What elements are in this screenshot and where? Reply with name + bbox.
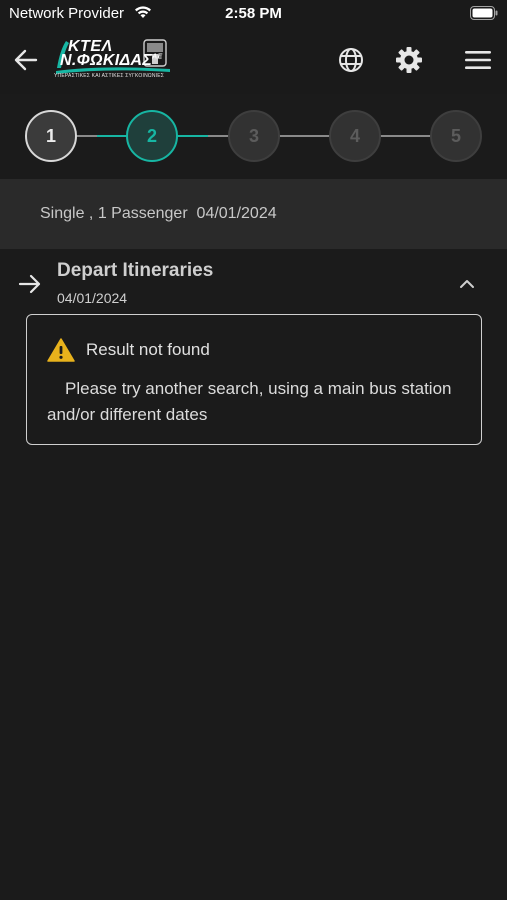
- ktel-logo: ΚΤΕΛ Ν.ΦΩΚΙΔΑΣΑΕ ΥΠΕΡΑΣΤΙΚΕΣ ΚΑΙ ΑΣΤΙΚΕΣ…: [52, 38, 174, 84]
- app-header: ΚΤΕΛ Ν.ΦΩΚΙΔΑΣΑΕ ΥΠΕΡΑΣΤΙΚΕΣ ΚΑΙ ΑΣΤΙΚΕΣ…: [0, 30, 507, 94]
- globe-icon: [339, 48, 363, 72]
- logo-text-fokidas: Ν.ΦΩΚΙΔΑΣΑΕ: [60, 52, 162, 70]
- step-connector: [279, 135, 331, 137]
- back-arrow-icon: [14, 49, 38, 71]
- no-results-title: Result not found: [86, 340, 210, 359]
- depart-itineraries-date: 04/01/2024: [57, 290, 128, 306]
- logo-text-ae: ΑΕ: [152, 53, 163, 61]
- booking-stepper: 1 2 3 4 5: [0, 94, 507, 179]
- chevron-up-icon: [460, 280, 474, 288]
- step-1[interactable]: 1: [25, 110, 77, 162]
- search-summary: Single , 1 Passenger 04/01/2024: [0, 179, 507, 249]
- clock: 2:58 PM: [225, 5, 282, 22]
- step-2[interactable]: 2: [126, 110, 178, 162]
- step-connector: [177, 135, 229, 137]
- hamburger-menu-icon: [465, 51, 491, 69]
- settings-button[interactable]: [394, 45, 424, 75]
- step-4[interactable]: 4: [329, 110, 381, 162]
- language-button[interactable]: [336, 45, 366, 75]
- step-connector: [76, 135, 128, 137]
- logo-text-fokidas-main: Ν.ΦΩΚΙΔΑΣ: [60, 52, 153, 69]
- depart-arrow-icon: [18, 273, 42, 300]
- step-3[interactable]: 3: [228, 110, 280, 162]
- step-5[interactable]: 5: [430, 110, 482, 162]
- no-results-card: Result not found Please try another sear…: [26, 314, 482, 445]
- step-connector: [380, 135, 432, 137]
- battery-icon: [470, 6, 498, 25]
- back-button[interactable]: [12, 46, 40, 74]
- status-bar: Network Provider 2:58 PM: [0, 0, 507, 30]
- warning-icon: [47, 337, 75, 368]
- menu-button[interactable]: [463, 45, 493, 75]
- search-summary-text: Single , 1 Passenger 04/01/2024: [40, 205, 277, 222]
- gear-icon: [396, 47, 422, 73]
- depart-itineraries-title: Depart Itineraries: [57, 260, 214, 281]
- logo-tagline: ΥΠΕΡΑΣΤΙΚΕΣ ΚΑΙ ΑΣΤΙΚΕΣ ΣΥΓΚΟΙΝΩΝΙΕΣ: [54, 73, 165, 79]
- collapse-section-button[interactable]: [456, 276, 478, 297]
- no-results-message: Please try another search, using a main …: [47, 379, 452, 424]
